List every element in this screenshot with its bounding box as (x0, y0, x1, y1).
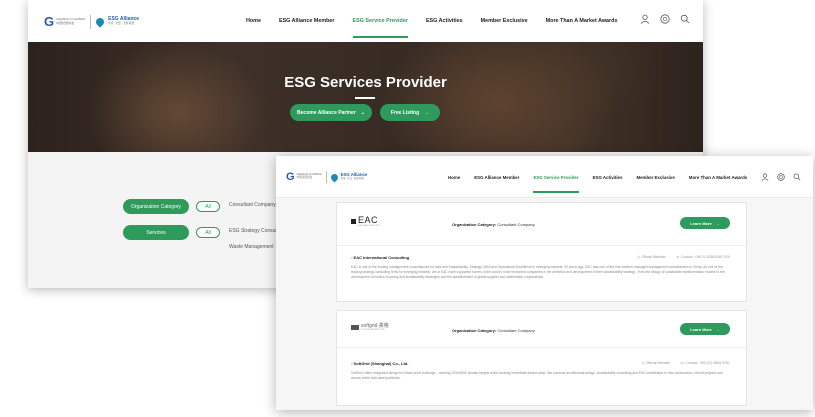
arrow-right-icon: → (715, 326, 720, 332)
nav-esg-activities[interactable]: ESG Activities (426, 18, 463, 24)
services-all-chip[interactable]: All (196, 227, 220, 238)
esg-drop-icon (94, 15, 106, 28)
nav-esg-activities[interactable]: ESG Activities (593, 175, 623, 180)
nav-member-exclusive[interactable]: Member Exclusive (636, 175, 674, 180)
learn-more-label: Learn More (690, 326, 712, 332)
official-website-link[interactable]: ◎ Official Website (637, 255, 665, 259)
card-meta: ◎ Official Website ☏ Contact: +86 (21) 5… (642, 361, 730, 365)
logo-separator (325, 171, 327, 183)
user-icon[interactable] (640, 14, 650, 24)
arrow-right-icon: → (424, 109, 430, 116)
hero-banner: ESG Services Provider Become Alliance Pa… (28, 42, 703, 152)
provider-name[interactable]: ▫ EAC International Consulting (351, 255, 409, 260)
german-chamber-logo-mark: G (286, 171, 295, 183)
provider-logo-softgrid: softgrid 柔格 SOFTGRID ARCHITECTURE (351, 323, 389, 331)
chevron-down-icon: ⌄ (360, 109, 365, 116)
nav-esg-service-provider[interactable]: ESG Service Provider (533, 175, 579, 193)
provider-description: SoftGrid offers integrated design for fu… (351, 371, 723, 380)
nav-esg-alliance-member[interactable]: ESG Alliance Member (279, 18, 335, 24)
provider-name[interactable]: ▫ SoftGrid (Shanghai) Co., Ltd. (351, 361, 408, 366)
building-icon: ▫ (351, 255, 353, 260)
nav-icon-group (640, 14, 690, 24)
become-alliance-partner-button[interactable]: Become Alliance Partner ⌄ (290, 104, 372, 121)
esg-brand: ESG Alliance 环境 · 社会 · 治理 联盟 (340, 172, 368, 181)
search-icon[interactable] (680, 14, 690, 24)
site-logo[interactable]: G GERMAN CHAMBER 中国德国商会 ESG Alliance 环境 … (286, 171, 367, 183)
services-option-waste-management[interactable]: Waste Management (229, 244, 274, 250)
card-category: Organization Category: Consultant Compan… (452, 222, 535, 227)
category-option-consultant[interactable]: Consultant Company (229, 202, 276, 208)
nav-esg-service-provider[interactable]: ESG Service Provider (352, 18, 409, 38)
nav-menu: Home ESG Alliance Member ESG Service Pro… (448, 175, 747, 193)
provider-logo-eac: EAC EURO ASIA CONSULTING (351, 216, 380, 227)
card-divider (337, 347, 746, 348)
learn-more-button[interactable]: Learn More → (680, 323, 730, 335)
eac-square-icon (351, 219, 356, 224)
front-window: G GERMAN CHAMBER 中国德国商会 ESG Alliance 环境 … (276, 156, 813, 410)
language-icon[interactable] (660, 14, 670, 24)
nav-member-exclusive[interactable]: Member Exclusive (481, 18, 528, 24)
learn-more-label: Learn More (690, 220, 712, 226)
site-logo[interactable]: G GERMAN CHAMBER 中国德国商会 ESG Alliance 环境 … (44, 14, 139, 29)
hero-title: ESG Services Provider (284, 74, 447, 91)
nav-awards[interactable]: More Than A Market Awards (689, 175, 747, 180)
hero-underline (355, 97, 375, 99)
arrow-right-icon: → (715, 220, 720, 226)
learn-more-button[interactable]: Learn More → (680, 217, 730, 229)
provider-card: EAC EURO ASIA CONSULTING Organization Ca… (336, 202, 747, 302)
card-meta: ◎ Official Website ☏ Contact: +86 21 635… (637, 255, 730, 259)
partner-text: GERMAN CHAMBER 中国德国商会 (296, 173, 322, 179)
provider-description: EAC is one of the leading management con… (351, 265, 725, 279)
nav-home[interactable]: Home (246, 18, 261, 24)
contact-info: ☏ Contact: +86 21 6358 8387 029 (675, 255, 731, 259)
nav-esg-alliance-member[interactable]: ESG Alliance Member (474, 175, 519, 180)
top-nav: G GERMAN CHAMBER 中国德国商会 ESG Alliance 环境 … (276, 156, 813, 198)
category-all-chip[interactable]: All (196, 201, 220, 212)
nav-icon-group (761, 173, 801, 181)
card-divider (337, 245, 746, 246)
language-icon[interactable] (777, 173, 785, 181)
search-icon[interactable] (793, 173, 801, 181)
building-icon: ▫ (351, 361, 353, 366)
nav-menu: Home ESG Alliance Member ESG Service Pro… (246, 18, 618, 38)
provider-card: softgrid 柔格 SOFTGRID ARCHITECTURE Organi… (336, 310, 747, 406)
german-chamber-logo-mark: G (44, 14, 55, 29)
esg-drop-icon (329, 172, 340, 182)
esg-brand: ESG Alliance 环境 · 社会 · 治理 联盟 (108, 16, 140, 25)
provider-list: EAC EURO ASIA CONSULTING Organization Ca… (276, 198, 813, 410)
user-icon[interactable] (761, 173, 769, 181)
official-website-link[interactable]: ◎ Official Website (642, 361, 670, 365)
card-category: Organization Category: Consultant Compan… (452, 328, 535, 333)
free-listing-button[interactable]: Free Listing → (380, 104, 440, 121)
nav-awards[interactable]: More Than A Market Awards (546, 18, 618, 24)
services-option-esg-strategy[interactable]: ESG Strategy Consult (229, 228, 278, 234)
top-nav: G GERMAN CHAMBER 中国德国商会 ESG Alliance 环境 … (28, 0, 703, 42)
services-label: Services (123, 225, 189, 240)
organization-category-label: Organization Category (123, 199, 189, 214)
partner-text: GERMAN CHAMBER 中国德国商会 (56, 17, 86, 25)
contact-info: ☏ Contact: +86 (21) 5865 8781 (679, 361, 730, 365)
nav-home[interactable]: Home (448, 175, 460, 180)
become-alliance-partner-label: Become Alliance Partner (297, 109, 356, 116)
logo-separator (90, 14, 92, 29)
free-listing-label: Free Listing (390, 109, 420, 116)
softgrid-mark-icon (351, 324, 359, 330)
